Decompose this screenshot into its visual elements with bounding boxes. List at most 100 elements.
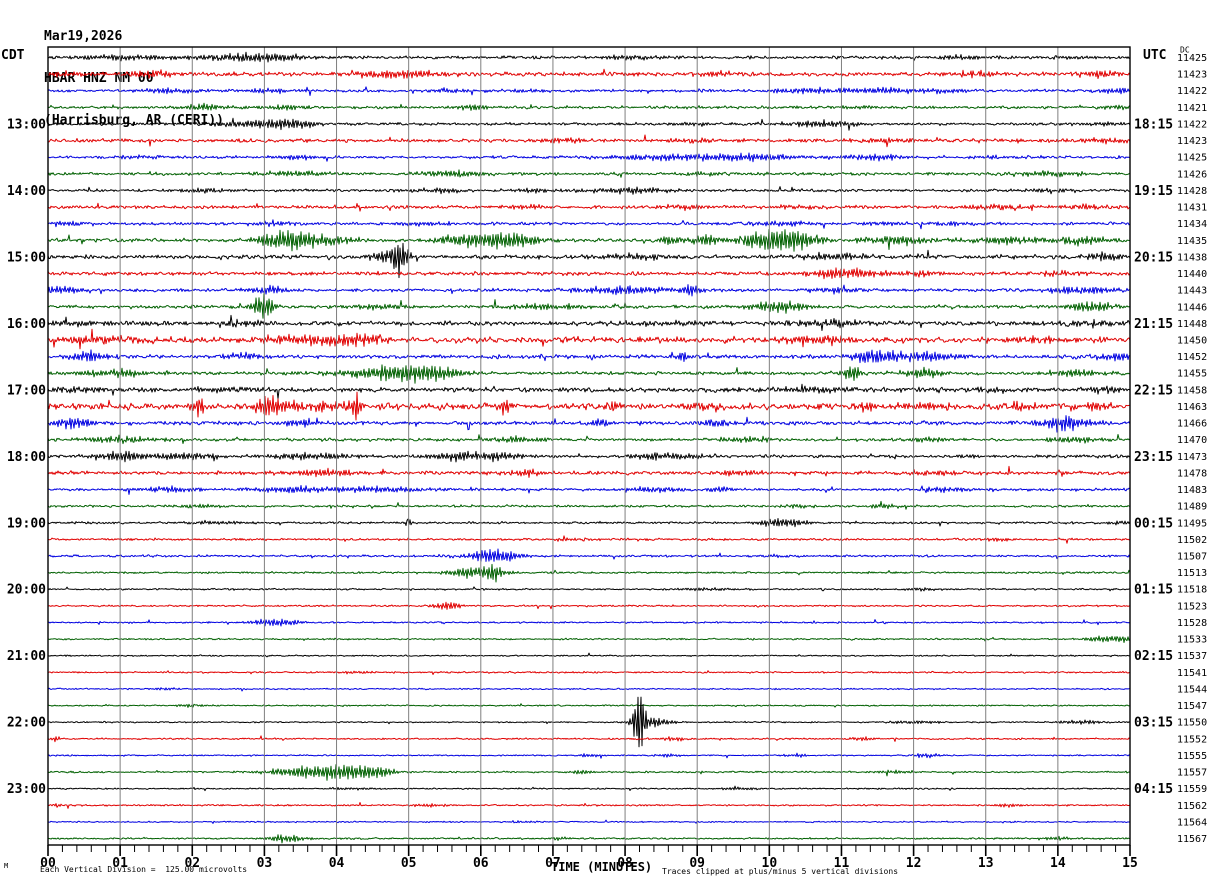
dc-offset-value: 11523 xyxy=(1177,601,1207,612)
seismic-trace-row-19 xyxy=(47,349,1130,364)
dc-offset-value: 11426 xyxy=(1177,169,1207,180)
x-tick-label: 03 xyxy=(257,856,273,871)
dc-offset-value: 11528 xyxy=(1177,618,1207,629)
utc-time-label: 22:15 xyxy=(1134,383,1173,398)
x-tick-label: 05 xyxy=(401,856,417,871)
dc-offset-value: 11440 xyxy=(1177,269,1207,280)
seismic-trace-row-38 xyxy=(48,670,1131,675)
seismic-trace-row-46 xyxy=(47,802,1131,809)
seismic-trace-row-9 xyxy=(47,186,1131,195)
cdt-time-label: 13:00 xyxy=(7,117,46,132)
seismic-trace-row-10 xyxy=(47,202,1131,212)
dc-offset-value: 11550 xyxy=(1177,718,1207,729)
dc-offset-value: 11562 xyxy=(1177,801,1207,812)
cdt-time-label: 18:00 xyxy=(7,450,46,465)
dc-offset-value: 11434 xyxy=(1177,219,1207,230)
seismic-trace-row-2 xyxy=(47,68,1131,79)
dc-offset-value: 11557 xyxy=(1177,768,1207,779)
dc-offset-value: 11502 xyxy=(1177,535,1207,546)
seismic-trace-row-37 xyxy=(47,652,1131,658)
seismic-trace-row-16 xyxy=(47,293,1131,319)
seismic-trace-row-5 xyxy=(47,117,1131,131)
dc-offset-value: 11448 xyxy=(1177,319,1207,330)
dc-offset-value: 11438 xyxy=(1177,252,1207,263)
grid-layer xyxy=(47,46,1131,846)
dc-offset-value: 11458 xyxy=(1177,385,1207,396)
scale-note: Each Vertical Division = 125.00 microvol… xyxy=(40,865,248,874)
x-tick-label: 15 xyxy=(1122,856,1138,871)
utc-time-label: 01:15 xyxy=(1134,583,1173,598)
seismic-trace-row-24 xyxy=(47,434,1131,445)
dc-offset-value: 11425 xyxy=(1177,153,1207,164)
seismic-trace-row-32 xyxy=(47,563,1131,583)
dc-offset-value: 11455 xyxy=(1177,369,1207,380)
seismic-trace-row-40 xyxy=(48,703,1131,708)
seismic-trace-row-12 xyxy=(47,229,1131,252)
dc-offset-value: 11567 xyxy=(1177,834,1207,845)
seismic-trace-row-35 xyxy=(47,618,1131,627)
dc-offset-value: 11443 xyxy=(1177,286,1207,297)
dc-offset-value: 11435 xyxy=(1177,236,1207,247)
seismic-trace-row-3 xyxy=(47,86,1131,96)
x-tick-label: 06 xyxy=(473,856,489,871)
clip-note: Traces clipped at plus/minus 5 vertical … xyxy=(662,867,899,876)
seismic-trace-row-47 xyxy=(47,819,1131,824)
dc-offset-value: 11473 xyxy=(1177,452,1207,463)
dc-offset-value: 11559 xyxy=(1177,784,1207,795)
seismic-trace-row-21 xyxy=(47,383,1131,400)
utc-time-label: 21:15 xyxy=(1134,317,1173,332)
seismic-trace-row-42 xyxy=(47,735,1131,743)
utc-time-label: 04:15 xyxy=(1134,782,1173,797)
dc-offset-value: 11478 xyxy=(1177,468,1207,479)
seismic-trace-row-33 xyxy=(47,586,1131,592)
cdt-time-label: 17:00 xyxy=(7,383,46,398)
seismic-trace-row-14 xyxy=(47,267,1131,280)
time-axis-title: TIME (MINUTES) xyxy=(551,860,653,874)
cdt-time-label: 23:00 xyxy=(7,782,46,797)
seismic-trace-row-34 xyxy=(47,601,1131,610)
dc-offset-value: 11507 xyxy=(1177,552,1207,563)
dc-offset-value: 11564 xyxy=(1177,817,1207,828)
dc-offset-value: 11513 xyxy=(1177,568,1207,579)
cdt-time-label: 19:00 xyxy=(7,516,46,531)
dc-offset-value: 11489 xyxy=(1177,502,1207,513)
dc-offset-value: 11431 xyxy=(1177,203,1207,214)
cdt-time-label: 15:00 xyxy=(7,250,46,265)
helicorder-page: Mar19,2026 HBAR HNZ NM 00 (Harrisburg, A… xyxy=(0,0,1210,886)
seismic-trace-row-17 xyxy=(47,314,1131,331)
seismic-trace-row-20 xyxy=(47,364,1131,384)
dc-offset-value: 11463 xyxy=(1177,402,1207,413)
dc-offset-value: 11470 xyxy=(1177,435,1207,446)
dc-offset-value: 11428 xyxy=(1177,186,1207,197)
dc-offset-value: 11446 xyxy=(1177,302,1207,313)
cdt-time-label: 14:00 xyxy=(7,184,46,199)
seismic-trace-row-48 xyxy=(47,834,1131,844)
plot-frame xyxy=(47,46,1131,846)
dc-offset-value: 11423 xyxy=(1177,136,1207,147)
trace-layer xyxy=(47,51,1131,844)
cdt-time-label: 16:00 xyxy=(7,317,46,332)
dc-offset-value: 11483 xyxy=(1177,485,1207,496)
dc-offset-value: 11547 xyxy=(1177,701,1207,712)
utc-time-label: 20:15 xyxy=(1134,250,1173,265)
seismic-trace-row-15 xyxy=(47,284,1131,297)
dc-offset-value: 11422 xyxy=(1177,86,1207,97)
seismic-trace-row-23 xyxy=(47,415,1131,433)
cdt-time-label: 20:00 xyxy=(7,583,46,598)
dc-offset-value: 11425 xyxy=(1177,53,1207,64)
dc-offset-value: 11555 xyxy=(1177,751,1207,762)
seismic-trace-row-43 xyxy=(47,752,1131,759)
dc-offset-value: 11552 xyxy=(1177,734,1207,745)
seismic-trace-row-18 xyxy=(47,328,1131,350)
seismic-trace-row-1 xyxy=(47,51,1131,63)
x-tick-label: 14 xyxy=(1050,856,1066,871)
helicorder-plot: 00 01 02 03 04 05 06 07 08 09 10 11 12 13 14 15DC114251… xyxy=(7,46,1207,872)
seismic-trace-row-28 xyxy=(47,500,1131,510)
utc-time-label: 23:15 xyxy=(1134,450,1173,465)
seismic-trace-row-6 xyxy=(47,134,1131,148)
axis-layer xyxy=(47,845,1131,856)
seismic-trace-row-25 xyxy=(47,450,1131,463)
x-tick-label: 13 xyxy=(978,856,994,871)
seismic-trace-row-8 xyxy=(47,169,1130,178)
dc-offset-value: 11421 xyxy=(1177,103,1207,114)
